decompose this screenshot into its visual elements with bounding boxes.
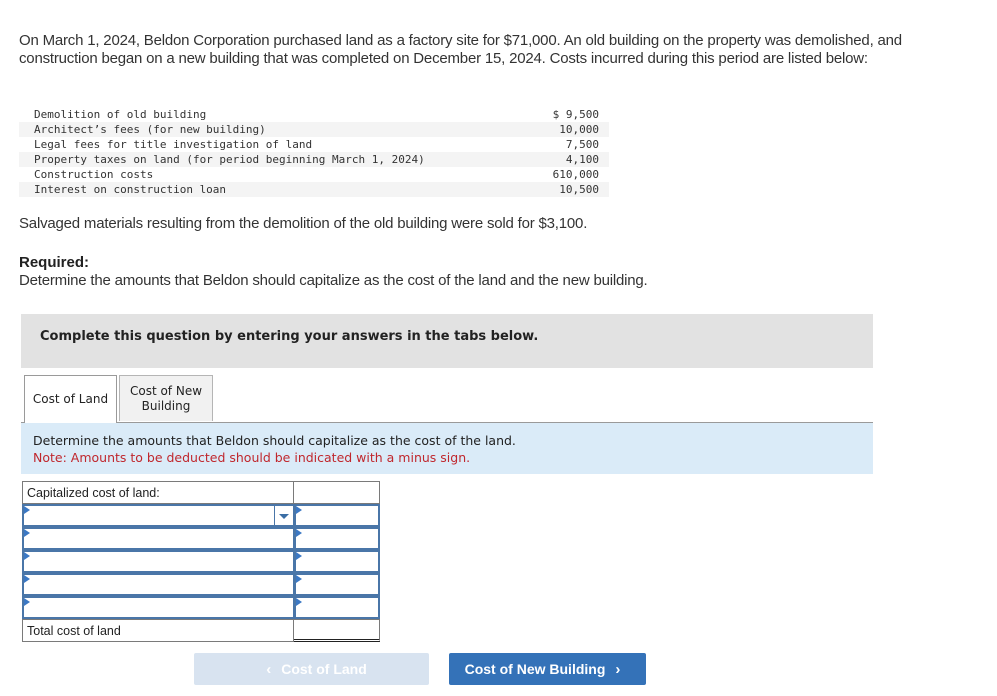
cost-row: Demolition of old building $ 9,500 [19,107,609,122]
instruction-text: Determine the amounts that Beldon should… [33,433,516,448]
cost-label: Interest on construction loan [34,183,227,196]
cost-row: Interest on construction loan 10,500 [19,182,609,197]
costs-table: Demolition of old building $ 9,500 Archit… [19,107,609,197]
chevron-down-icon[interactable] [274,506,293,525]
instructions-banner: Complete this question by entering your … [21,314,873,368]
cost-row: Property taxes on land (for period begin… [19,152,609,167]
row-2-label-field[interactable] [22,527,295,550]
tab-instructions: Determine the amounts that Beldon should… [21,423,873,474]
cost-amount: $ 9,500 [552,108,599,121]
cost-label: Construction costs [34,168,154,181]
row-3-amount-field[interactable] [294,550,380,573]
banner-text: Complete this question by entering your … [40,329,539,344]
next-tab-label: Cost of New Building [464,661,606,677]
tab-cost-of-land[interactable]: Cost of Land [24,375,117,423]
row-1-label-input[interactable] [24,506,293,525]
cost-label: Property taxes on land (for period begin… [34,153,425,166]
row-1-amount-input[interactable] [296,506,378,525]
problem-intro: On March 1, 2024, Beldon Corporation pur… [19,32,902,67]
row-4-amount-input[interactable] [296,575,378,594]
cost-row: Architect’s fees (for new building) 10,00… [19,122,609,137]
next-tab-button[interactable]: Cost of New Building › [449,653,646,685]
tab-cost-of-new-building[interactable]: Cost of New Building [119,375,213,421]
cost-amount: 610,000 [552,168,599,181]
cost-row: Legal fees for title investigation of la… [19,137,609,152]
row-2-label-input[interactable] [24,529,293,548]
row-3-label-input[interactable] [24,552,293,571]
cost-row: Construction costs 610,000 [19,167,609,182]
cost-amount: 10,500 [559,183,599,196]
cost-label: Legal fees for title investigation of la… [34,138,313,151]
required-label: Required: [19,254,90,271]
row-4-label-field[interactable] [22,573,295,596]
cost-label: Demolition of old building [34,108,207,121]
worksheet-header: Capitalized cost of land: [22,481,294,504]
salvage-text: Salvaged materials resulting from the de… [19,215,588,232]
cost-amount: 10,000 [559,123,599,136]
cost-amount: 7,500 [565,138,599,151]
worksheet-header-blank [294,481,380,504]
chevron-left-icon: ‹ [266,660,272,678]
tab-bar: Cost of Land Cost of New Building [21,375,873,423]
row-5-label-input[interactable] [24,598,293,617]
row-2-amount-input[interactable] [296,529,378,548]
row-1-label-select[interactable] [22,504,295,527]
row-3-label-field[interactable] [22,550,295,573]
row-2-amount-field[interactable] [294,527,380,550]
prev-tab-label: Cost of Land [281,661,367,677]
cost-label: Architect’s fees (for new building) [34,123,266,136]
row-1-amount-field[interactable] [294,504,380,527]
row-5-amount-field[interactable] [294,596,380,619]
total-cost-label: Total cost of land [22,619,294,642]
row-3-amount-input[interactable] [296,552,378,571]
total-cost-value [294,619,380,642]
row-4-label-input[interactable] [24,575,293,594]
instruction-note: Note: Amounts to be deducted should be i… [33,450,471,465]
cost-amount: 4,100 [565,153,599,166]
row-5-amount-input[interactable] [296,598,378,617]
chevron-right-icon: › [615,660,621,678]
required-text: Determine the amounts that Beldon should… [19,272,648,289]
prev-tab-button: ‹ Cost of Land [194,653,429,685]
row-5-label-field[interactable] [22,596,295,619]
row-4-amount-field[interactable] [294,573,380,596]
